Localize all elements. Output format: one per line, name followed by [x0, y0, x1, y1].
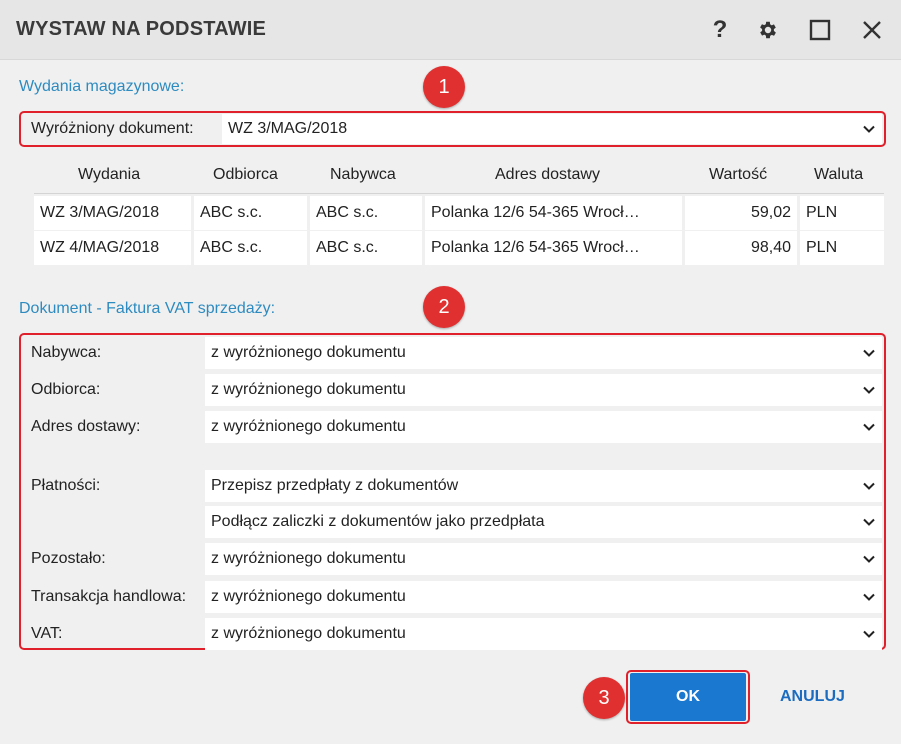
grid-header-wartosc[interactable]: Wartość: [709, 166, 767, 192]
field-label-transakcja: Transakcja handlowa:: [31, 588, 187, 605]
pozostalo-select[interactable]: z wyróżnionego dokumentu: [205, 543, 882, 575]
transakcja-value: z wyróżnionego dokumentu: [211, 588, 406, 605]
grid-header-odbiorca[interactable]: Odbiorca: [213, 166, 278, 192]
adres-dostawy-value: z wyróżnionego dokumentu: [211, 418, 406, 435]
chevron-down-icon: [863, 555, 875, 563]
highlighted-document-label: Wyróżniony dokument:: [31, 120, 194, 137]
table-cell[interactable]: ABC s.c.: [194, 196, 307, 230]
adres-dostawy-select[interactable]: z wyróżnionego dokumentu: [205, 411, 882, 443]
zaliczki-select[interactable]: Podłącz zaliczki z dokumentów jako przed…: [205, 506, 882, 538]
field-label-pozostalo: Pozostało:: [31, 550, 106, 567]
help-icon[interactable]: ?: [704, 14, 736, 46]
grid-header-divider: [34, 193, 884, 194]
title-bar: WYSTAW NA PODSTAWIE ?: [0, 0, 901, 60]
vat-value: z wyróżnionego dokumentu: [211, 625, 406, 642]
chevron-down-icon: [863, 482, 875, 490]
step-marker-2: 2: [423, 286, 465, 328]
odbiorca-select[interactable]: z wyróżnionego dokumentu: [205, 374, 882, 406]
ok-button[interactable]: OK: [630, 673, 746, 721]
transakcja-select[interactable]: z wyróżnionego dokumentu: [205, 581, 882, 613]
chevron-down-icon: [863, 125, 875, 133]
odbiorca-value: z wyróżnionego dokumentu: [211, 381, 406, 398]
field-label-odbiorca: Odbiorca:: [31, 381, 101, 398]
section-label-wydania: Wydania magazynowe:: [19, 78, 185, 95]
chevron-down-icon: [863, 518, 875, 526]
table-cell[interactable]: PLN: [800, 231, 884, 265]
table-cell[interactable]: WZ 3/MAG/2018: [34, 196, 191, 230]
step-marker-3: 3: [583, 677, 625, 719]
highlighted-document-select[interactable]: WZ 3/MAG/2018: [222, 114, 882, 144]
nabywca-select[interactable]: z wyróżnionego dokumentu: [205, 337, 882, 369]
table-cell[interactable]: Polanka 12/6 54-365 Wrocł…: [425, 196, 682, 230]
pozostalo-value: z wyróżnionego dokumentu: [211, 550, 406, 567]
maximize-icon[interactable]: [804, 14, 836, 46]
grid-header-wydania[interactable]: Wydania: [78, 166, 140, 192]
table-cell[interactable]: WZ 4/MAG/2018: [34, 231, 191, 265]
chevron-down-icon: [863, 386, 875, 394]
table-cell[interactable]: ABC s.c.: [194, 231, 307, 265]
grid-header-nabywca[interactable]: Nabywca: [330, 166, 396, 192]
dialog-title: WYSTAW NA PODSTAWIE: [16, 18, 267, 40]
gear-icon[interactable]: [752, 14, 784, 46]
table-cell[interactable]: ABC s.c.: [310, 196, 422, 230]
field-label-adres-dostawy: Adres dostawy:: [31, 418, 141, 435]
nabywca-value: z wyróżnionego dokumentu: [211, 344, 406, 361]
grid-header-waluta[interactable]: Waluta: [814, 166, 863, 192]
chevron-down-icon: [863, 593, 875, 601]
vat-select[interactable]: z wyróżnionego dokumentu: [205, 618, 882, 650]
chevron-down-icon: [863, 423, 875, 431]
section-label-dokument: Dokument - Faktura VAT sprzedaży:: [19, 300, 276, 317]
table-cell[interactable]: PLN: [800, 196, 884, 230]
platnosci-select[interactable]: Przepisz przedpłaty z dokumentów: [205, 470, 882, 502]
table-cell[interactable]: 59,02: [685, 196, 797, 230]
chevron-down-icon: [863, 349, 875, 357]
close-icon[interactable]: [856, 14, 888, 46]
table-cell[interactable]: 98,40: [685, 231, 797, 265]
field-label-platnosci: Płatności:: [31, 477, 101, 494]
step-marker-1: 1: [423, 66, 465, 108]
field-label-vat: VAT:: [31, 625, 63, 642]
field-label-nabywca: Nabywca:: [31, 344, 102, 361]
grid-header-adres[interactable]: Adres dostawy: [495, 166, 600, 192]
zaliczki-value: Podłącz zaliczki z dokumentów jako przed…: [211, 513, 545, 530]
highlighted-document-value: WZ 3/MAG/2018: [228, 120, 348, 137]
table-cell[interactable]: ABC s.c.: [310, 231, 422, 265]
platnosci-value: Przepisz przedpłaty z dokumentów: [211, 477, 459, 494]
chevron-down-icon: [863, 630, 875, 638]
table-cell[interactable]: Polanka 12/6 54-365 Wrocł…: [425, 231, 682, 265]
cancel-button[interactable]: ANULUJ: [780, 688, 845, 706]
